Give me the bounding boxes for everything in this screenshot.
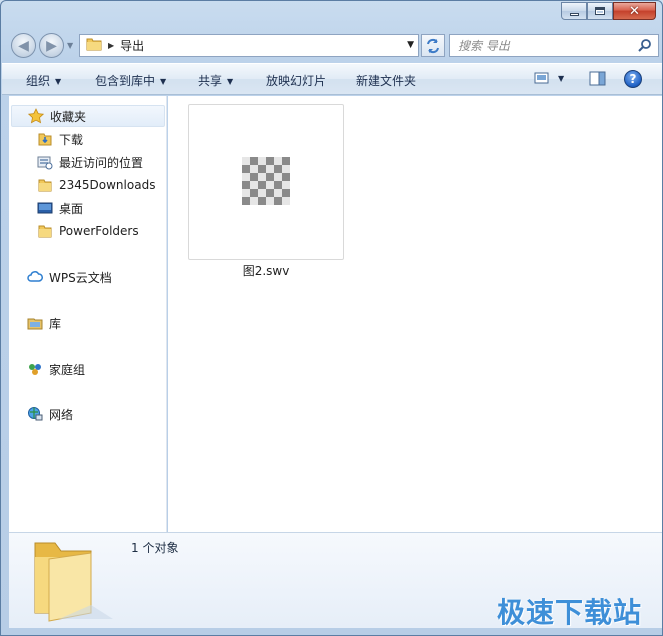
nav-libraries-label: 库: [49, 316, 62, 331]
star-icon: [28, 108, 44, 124]
back-button[interactable]: ◀: [11, 33, 36, 58]
recent-places-icon: [37, 154, 53, 170]
address-dropdown-icon[interactable]: ▼: [407, 40, 414, 50]
search-icon[interactable]: [638, 38, 652, 55]
item-count: 1 个对象: [131, 541, 179, 555]
view-dropdown-icon: ▼: [558, 73, 565, 83]
close-button[interactable]: ✕: [613, 2, 656, 20]
chevron-down-icon: ▼: [160, 77, 167, 86]
nav-item-downloads[interactable]: 下载: [9, 128, 83, 150]
folder-icon: [37, 177, 53, 193]
explorer-window: ✕ ◀ ▶ ▼ ▶ 导出 ▼ 搜索 导出 组织 ▼ 包含到库中 ▼ 共享 ▼ 放映幻灯…: [0, 0, 663, 636]
nav-item-label: PowerFolders: [59, 224, 139, 238]
minimize-icon: [569, 12, 579, 16]
folder-icon: [86, 37, 102, 54]
preview-pane-icon: [589, 71, 606, 86]
nav-homegroup-label: 家庭组: [49, 362, 86, 377]
history-dropdown-icon[interactable]: ▼: [67, 41, 73, 50]
nav-item-label: 桌面: [59, 201, 84, 216]
nav-item-powerfolders[interactable]: PowerFolders: [9, 220, 139, 242]
breadcrumb-current[interactable]: 导出: [120, 37, 144, 54]
details-pane: 1 个对象 极速下载站: [9, 532, 662, 629]
nav-item-recent-places[interactable]: 最近访问的位置: [9, 151, 143, 173]
close-icon: ✕: [629, 3, 640, 19]
homegroup-icon: [27, 361, 43, 377]
nav-network[interactable]: 网络: [9, 403, 73, 425]
include-in-library-menu[interactable]: 包含到库中 ▼: [95, 72, 166, 89]
search-box[interactable]: 搜索 导出: [449, 34, 659, 57]
forward-arrow-icon: ▶: [46, 37, 57, 54]
network-icon: [27, 406, 43, 422]
nav-item-label: 2345Downloads: [59, 178, 156, 192]
refresh-button[interactable]: [421, 34, 445, 57]
nav-item-label: 最近访问的位置: [59, 155, 144, 170]
desktop-icon: [37, 200, 53, 216]
nav-item-2345downloads[interactable]: 2345Downloads: [9, 174, 155, 196]
new-folder-button[interactable]: 新建文件夹: [356, 72, 416, 89]
command-bar: 组织 ▼ 包含到库中 ▼ 共享 ▼ 放映幻灯片 新建文件夹 ▼ ?: [2, 63, 662, 95]
file-list: 图2.swv: [168, 96, 656, 532]
nav-item-label: 下载: [59, 132, 84, 147]
back-arrow-icon: ◀: [18, 37, 29, 54]
site-watermark: 极速下载站: [497, 596, 643, 629]
nav-homegroup[interactable]: 家庭组: [9, 358, 85, 380]
cloud-icon: [27, 269, 43, 285]
file-name[interactable]: 图2.swv: [188, 262, 344, 279]
navigation-bar: ◀ ▶ ▼ ▶ 导出 ▼ 搜索 导出: [9, 31, 659, 59]
nav-wps-label: WPS云文档: [49, 270, 112, 285]
caption-buttons: ✕: [561, 2, 656, 20]
include-in-library-label: 包含到库中: [95, 74, 156, 88]
scroll-gutter: [656, 96, 662, 532]
address-bar[interactable]: ▶ 导出 ▼: [79, 34, 419, 57]
search-placeholder[interactable]: 搜索 导出: [458, 37, 510, 54]
breadcrumb-separator-icon[interactable]: ▶: [108, 41, 114, 50]
organize-menu[interactable]: 组织 ▼: [26, 72, 61, 89]
preview-pane-button[interactable]: [589, 71, 606, 89]
checkerboard-thumbnail-icon: [242, 157, 290, 205]
view-icon: [534, 72, 549, 84]
maximize-button[interactable]: [587, 2, 613, 20]
chevron-down-icon: ▼: [55, 77, 62, 86]
nav-wps-cloud[interactable]: WPS云文档: [9, 266, 112, 288]
chevron-down-icon: ▼: [227, 77, 234, 86]
nav-favorites-label: 收藏夹: [50, 109, 87, 124]
share-label: 共享: [198, 74, 223, 88]
slideshow-button[interactable]: 放映幻灯片: [266, 72, 326, 89]
maximize-icon: [595, 7, 605, 15]
help-button[interactable]: ?: [624, 70, 642, 88]
organize-label: 组织: [26, 74, 51, 88]
nav-item-desktop[interactable]: 桌面: [9, 197, 83, 219]
downloads-folder-icon: [37, 131, 53, 147]
folder-large-icon: [29, 535, 119, 628]
forward-button[interactable]: ▶: [39, 33, 64, 58]
navigation-pane: 收藏夹 下载 最近访问的位置 2345Downloads 桌面 PowerFol…: [9, 96, 167, 532]
minimize-button[interactable]: [561, 2, 587, 20]
nav-favorites[interactable]: 收藏夹: [11, 105, 165, 127]
share-menu[interactable]: 共享 ▼: [198, 72, 233, 89]
file-item[interactable]: [188, 104, 344, 260]
library-icon: [27, 315, 43, 331]
folder-icon: [37, 223, 53, 239]
nav-libraries[interactable]: 库: [9, 312, 61, 334]
change-view-button[interactable]: ▼: [534, 71, 564, 85]
nav-network-label: 网络: [49, 407, 74, 422]
refresh-icon: [427, 38, 439, 53]
